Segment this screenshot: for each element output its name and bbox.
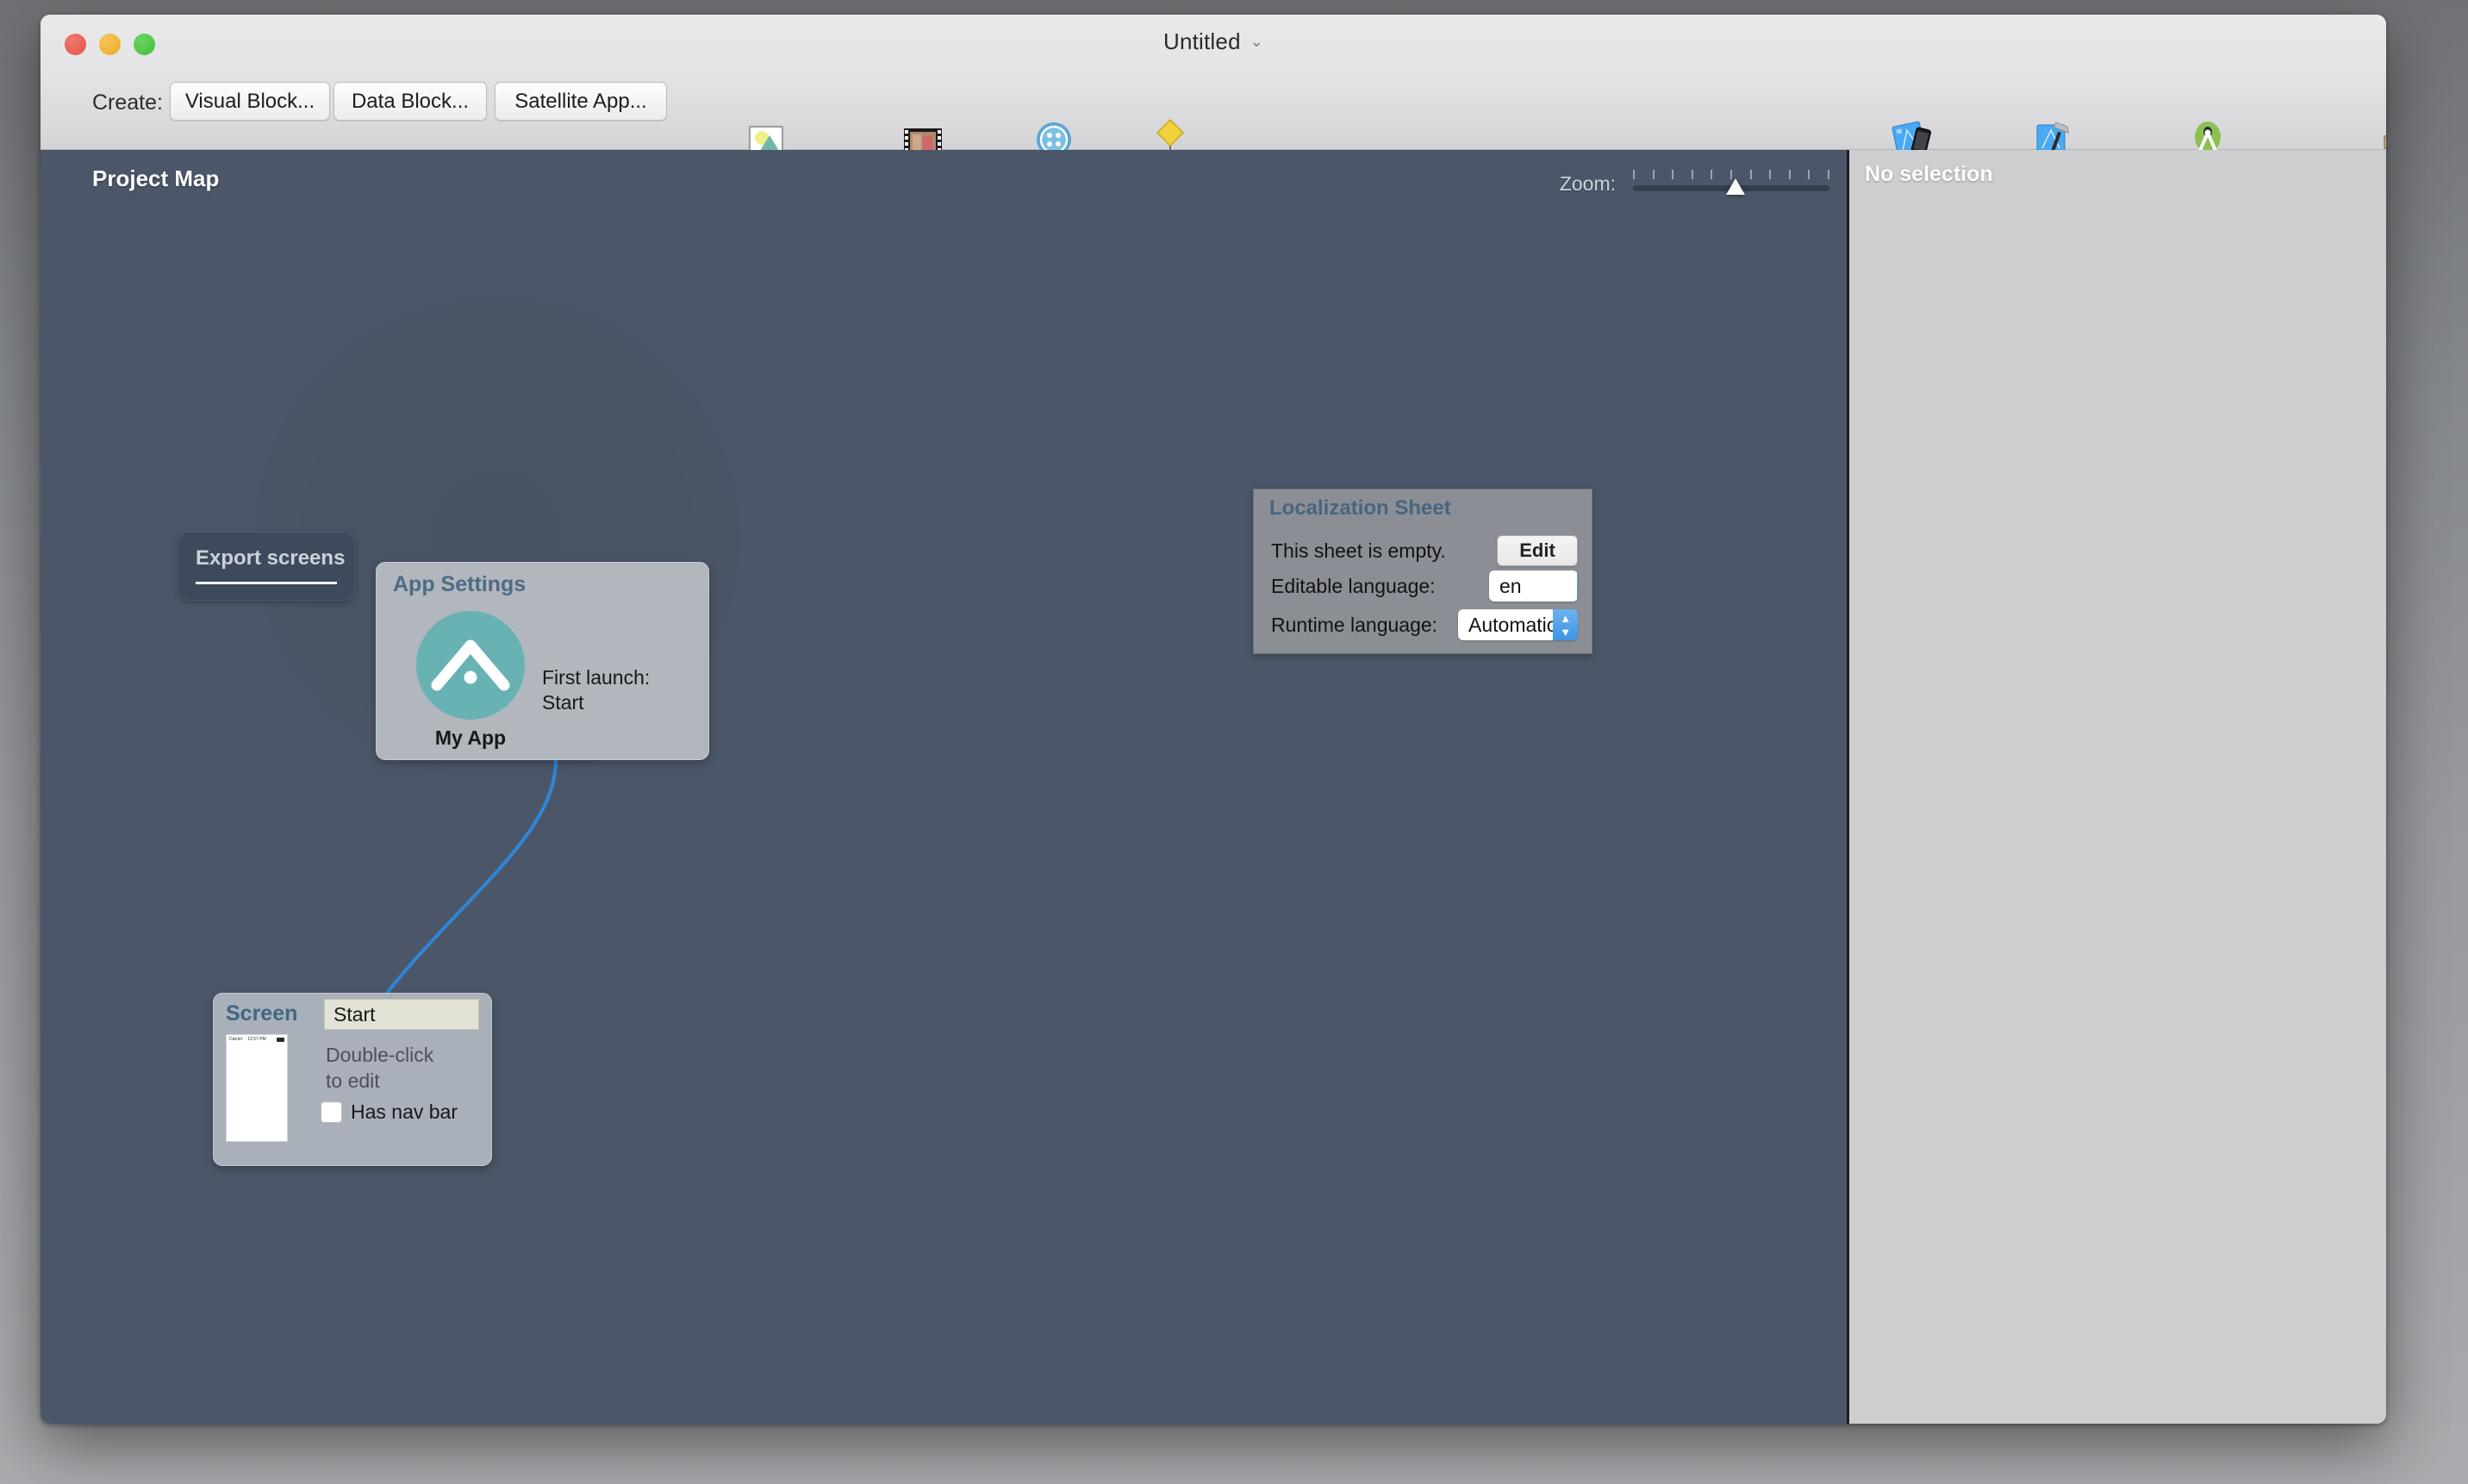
thumbnail-status-bar: Carrier 12:57 PM: [227, 1035, 287, 1044]
canvas-header-bar: Project Map Zoom:: [41, 150, 1847, 209]
chevron-app-logo-icon[interactable]: [416, 611, 525, 720]
thumbnail-time-label: 12:57 PM: [247, 1037, 266, 1042]
screen-hint-line-1: Double-click: [326, 1044, 434, 1066]
satellite-app-button[interactable]: Satellite App...: [495, 82, 667, 121]
window-title-text: Untitled: [1162, 28, 1241, 54]
desktop-background: Untitled ⌄ Create: Visual Block... Data B…: [0, 0, 2468, 1484]
zoom-slider[interactable]: [1633, 169, 1829, 198]
window-content: Project Map Zoom: Export screens App Set…: [41, 150, 2386, 1424]
main-toolbar: Create: Visual Block... Data Block... Sa…: [41, 70, 2386, 185]
editable-language-label: Editable language:: [1271, 574, 1436, 597]
localization-sheet-title: Localization Sheet: [1269, 496, 1451, 520]
page-title: Project Map: [92, 165, 220, 191]
export-screens-divider: [196, 582, 337, 584]
runtime-language-row: Runtime language: Automatic ▲ ▼: [1271, 607, 1578, 643]
window-titlebar: Untitled ⌄: [41, 15, 2386, 70]
inspector-panel: No selection: [1847, 150, 2386, 1424]
localization-empty-text: This sheet is empty.: [1271, 539, 1446, 562]
runtime-language-value: Automatic: [1458, 609, 1556, 640]
zoom-control-group: Zoom:: [1560, 169, 1829, 198]
localization-sheet-node[interactable]: Localization Sheet This sheet is empty. …: [1253, 489, 1592, 654]
window-title: Untitled ⌄: [41, 28, 2386, 55]
thumbnail-carrier-label: Carrier: [229, 1037, 243, 1042]
export-screens-label: Export screens: [196, 546, 346, 570]
screen-thumbnail[interactable]: Carrier 12:57 PM: [226, 1034, 288, 1142]
first-launch-label: First launch:: [542, 666, 651, 689]
first-launch-info: First launch: Start: [542, 665, 650, 716]
localization-empty-row: This sheet is empty. Edit: [1271, 533, 1578, 569]
zoom-label: Zoom:: [1559, 171, 1616, 195]
create-label: Create:: [92, 90, 163, 115]
has-nav-bar-label: Has nav bar: [351, 1101, 458, 1123]
first-launch-value: Start: [542, 691, 584, 714]
connection-edge: [354, 758, 558, 1022]
editable-language-value: en: [1489, 571, 1577, 602]
zoom-slider-thumb[interactable]: [1726, 178, 1745, 195]
application-window: Untitled ⌄ Create: Visual Block... Data B…: [41, 15, 2386, 1424]
visual-block-button[interactable]: Visual Block...: [170, 82, 330, 121]
battery-icon: [277, 1038, 284, 1042]
screen-node[interactable]: Screen Start Carrier 12:57 PM Double-cli…: [213, 993, 492, 1166]
screen-name-input[interactable]: Start: [324, 999, 479, 1030]
app-settings-node[interactable]: App Settings My App First launch: Start: [376, 562, 709, 760]
has-nav-bar-row[interactable]: Has nav bar: [321, 1101, 458, 1124]
editable-language-select[interactable]: en ▲▼: [1489, 571, 1578, 602]
chevron-down-icon[interactable]: ⌄: [1250, 33, 1263, 51]
stepper-chevrons-icon[interactable]: ▲▼: [1577, 571, 1578, 602]
app-name-label: My App: [434, 726, 507, 749]
app-settings-title: App Settings: [393, 572, 527, 596]
runtime-language-select[interactable]: Automatic ▲ ▼: [1458, 609, 1578, 640]
data-block-button[interactable]: Data Block...: [333, 82, 487, 121]
stepper-chevrons-icon[interactable]: ▲▼: [1553, 609, 1578, 640]
editable-language-row: Editable language: en ▲▼: [1271, 568, 1578, 604]
screen-edit-hint: Double-click to edit: [326, 1043, 433, 1094]
project-map-canvas[interactable]: Project Map Zoom: Export screens App Set…: [41, 150, 1847, 1424]
inspector-empty-message: No selection: [1865, 162, 1993, 186]
edit-button[interactable]: Edit: [1497, 535, 1578, 566]
runtime-language-label: Runtime language:: [1271, 613, 1438, 636]
export-screens-node[interactable]: Export screens: [178, 532, 355, 601]
screen-node-title: Screen: [226, 1001, 298, 1026]
screen-hint-line-2: to edit: [326, 1069, 380, 1092]
has-nav-bar-checkbox[interactable]: [321, 1101, 342, 1123]
